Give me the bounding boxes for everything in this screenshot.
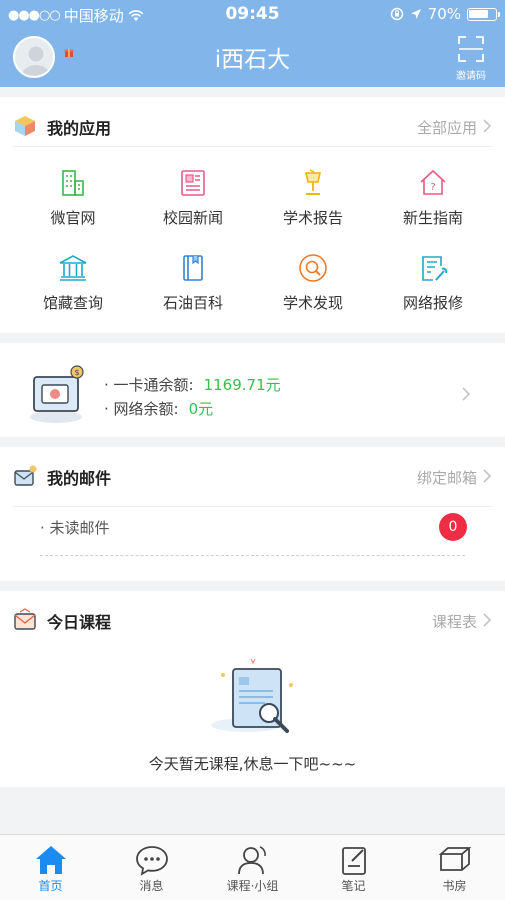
app-label: 网络报修	[402, 294, 463, 312]
rotation-lock-icon	[390, 7, 403, 21]
empty-schedule-illustration	[211, 658, 293, 733]
tab-label: 书房	[442, 879, 467, 893]
lamp-icon	[305, 169, 321, 195]
my-apps-card: 我的应用 全部应用 微官网 校园新闻 学术报告 ? 新生指南 馆藏查询 石油百科	[0, 97, 505, 333]
chevron-right-icon[interactable]	[481, 117, 493, 135]
svg-text:$: $	[74, 368, 79, 377]
app-label: 学术报告	[282, 209, 343, 227]
app-network-repair[interactable]: 网络报修	[373, 252, 493, 313]
app-academic-discovery[interactable]: 学术发现	[253, 252, 373, 313]
all-apps-link[interactable]: 全部应用	[417, 117, 477, 138]
building-icon	[62, 170, 84, 196]
app-freshman-guide[interactable]: ? 新生指南	[373, 167, 493, 228]
divider	[13, 146, 492, 147]
battery-percent: 70%	[427, 5, 461, 23]
battery-icon	[467, 7, 500, 21]
bottom-tab-bar: 首页 消息 课程·小组 笔记 书房	[0, 834, 505, 900]
apps-grid: 微官网 校园新闻 学术报告 ? 新生指南 馆藏查询 石油百科 学术发现 网络报修	[13, 167, 493, 313]
balance-card[interactable]: $ · 一卡通余额: 1169.71元 · 网络余额: 0元	[0, 343, 505, 437]
divider	[13, 506, 492, 507]
my-mail-title: 我的邮件	[47, 469, 112, 488]
dashed-divider	[40, 555, 465, 556]
chevron-right-icon[interactable]	[481, 611, 493, 629]
location-arrow-icon	[410, 9, 421, 19]
svg-text:?: ?	[430, 182, 435, 193]
app-label: 微官网	[50, 209, 96, 227]
app-label: 学术发现	[282, 294, 343, 312]
app-label: 校园新闻	[162, 209, 223, 227]
app-academic-reports[interactable]: 学术报告	[253, 167, 373, 228]
tab-label: 课程·小组	[226, 879, 279, 893]
app-campus-news[interactable]: 校园新闻	[133, 167, 253, 228]
wallet-card-icon: $	[30, 365, 84, 423]
today-courses-header: 今日课程 课程表	[0, 591, 505, 649]
today-courses-card: 今日课程 课程表 今天暂无课程,休息一下吧~~~	[0, 591, 505, 787]
app-label: 新生指南	[402, 209, 463, 227]
app-label: 石油百科	[162, 294, 223, 312]
my-mail-header: 我的邮件 绑定邮箱	[0, 447, 505, 505]
tab-label: 笔记	[341, 879, 366, 893]
envelope-icon	[14, 608, 36, 630]
newspaper-icon	[181, 170, 205, 196]
status-bar: ●●●○○ 中国移动 09:45 70%	[0, 0, 505, 30]
home-icon	[35, 846, 66, 874]
unread-mail-row[interactable]: · 未读邮件	[40, 517, 110, 538]
empty-course-message: 今天暂无课程,休息一下吧~~~	[148, 755, 357, 773]
top-header: ●●●○○ 中国移动 09:45 70% i西石大 邀请码	[0, 0, 505, 87]
campus-card-label: · 一卡通余额:	[104, 376, 194, 394]
tab-messages[interactable]: 消息	[101, 835, 202, 900]
house-question-icon: ?	[420, 169, 446, 195]
app-library-search[interactable]: 馆藏查询	[13, 252, 133, 313]
network-balance-value: 0元	[188, 400, 214, 418]
app-micro-site[interactable]: 微官网	[13, 167, 133, 228]
chevron-right-icon[interactable]	[481, 467, 493, 485]
app-label: 馆藏查询	[42, 294, 103, 312]
tab-study-room[interactable]: 书房	[404, 835, 505, 900]
today-courses-title: 今日课程	[47, 613, 112, 632]
app-title: i西石大	[214, 47, 291, 73]
my-apps-title: 我的应用	[47, 119, 112, 138]
chat-bubble-icon	[135, 846, 168, 876]
campus-card-value: 1169.71元	[203, 376, 281, 394]
tab-notes[interactable]: 笔记	[303, 835, 404, 900]
course-schedule-link[interactable]: 课程表	[432, 611, 477, 632]
invite-code-label: 邀请码	[456, 71, 486, 82]
tab-home[interactable]: 首页	[0, 835, 101, 900]
tab-courses-groups[interactable]: 课程·小组	[202, 835, 303, 900]
network-balance-label: · 网络余额:	[104, 400, 179, 418]
unread-count-badge: 0	[439, 513, 467, 541]
my-mail-card: 我的邮件 绑定邮箱 · 未读邮件 0	[0, 447, 505, 581]
campus-card-balance: · 一卡通余额: 1169.71元	[104, 373, 281, 397]
tab-label: 消息	[139, 879, 164, 893]
network-balance: · 网络余额: 0元	[104, 397, 281, 421]
repair-form-icon	[422, 256, 448, 281]
scan-icon	[458, 36, 484, 62]
tab-label: 首页	[38, 879, 63, 893]
invite-code-button[interactable]: 邀请码	[453, 36, 489, 82]
library-icon	[59, 255, 87, 281]
magnifier-icon	[299, 254, 327, 282]
mail-box-icon	[14, 465, 37, 486]
app-petroleum-wiki[interactable]: 石油百科	[133, 252, 253, 313]
balance-rows: · 一卡通余额: 1169.71元 · 网络余额: 0元	[104, 373, 281, 421]
book-icon	[183, 255, 203, 281]
apps-cube-icon	[15, 116, 35, 136]
open-book-icon	[438, 847, 471, 871]
notebook-icon	[341, 847, 366, 875]
chevron-right-icon[interactable]	[460, 385, 472, 403]
user-group-icon	[237, 846, 266, 875]
bind-mailbox-link[interactable]: 绑定邮箱	[417, 467, 477, 488]
